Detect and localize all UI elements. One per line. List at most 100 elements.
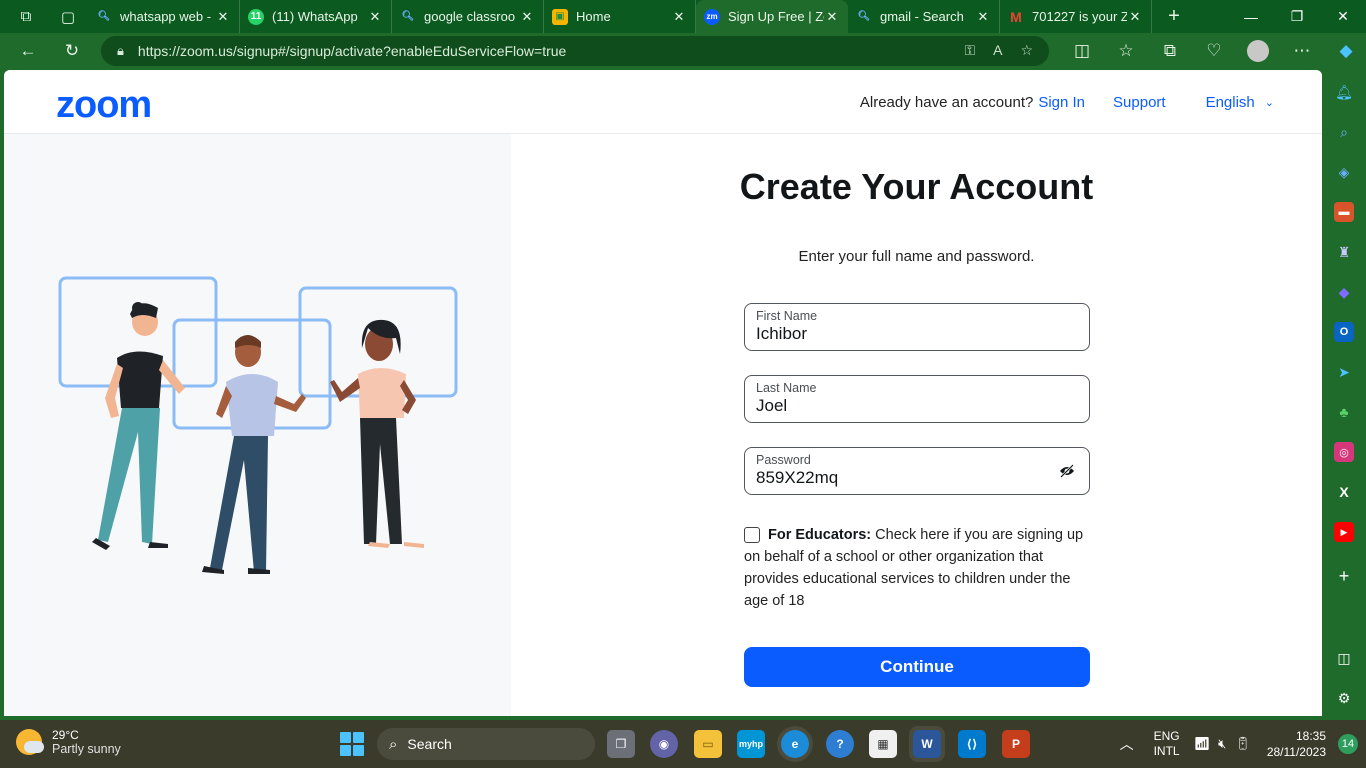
show-hidden-icons[interactable]: ︿ <box>1120 734 1134 754</box>
sidebar-layout-icon[interactable]: ◫ <box>1334 648 1354 668</box>
microsoft-365-icon[interactable]: ◆ <box>1334 282 1354 302</box>
settings-gear-icon[interactable]: ⚙ <box>1334 688 1354 708</box>
zoom-logo[interactable]: zoom <box>56 84 152 127</box>
hp-app-icon[interactable]: myhp <box>737 730 765 758</box>
gmail-icon: M <box>1010 8 1022 25</box>
games-icon[interactable]: ♜ <box>1334 242 1354 262</box>
tab-classroom-home[interactable]: ▣ Home ✕ <box>544 0 696 33</box>
password-label: Password <box>756 453 811 467</box>
tab-label: 701227 is your Z <box>1032 9 1127 24</box>
chevron-down-icon: ⌄ <box>1264 97 1274 109</box>
new-tab-icon[interactable]: + <box>1162 5 1186 29</box>
continue-button[interactable]: Continue <box>744 647 1090 687</box>
weather-description: Partly sunny <box>52 742 121 756</box>
system-tray: ︿ ENG INTL 📶︎ 🔇︎ 🔋︎ 18:35 28/11/2023 14 <box>1120 720 1366 768</box>
password-field[interactable]: Password <box>744 447 1090 495</box>
close-icon[interactable]: ✕ <box>975 9 991 25</box>
start-button[interactable] <box>340 732 364 756</box>
tab-gmail-code[interactable]: M 701227 is your Z ✕ <box>1000 0 1152 33</box>
teams-chat-icon[interactable]: ◉ <box>650 730 678 758</box>
tab-gmail-search[interactable]: 🔍︎ gmail - Search ✕ <box>848 0 1000 33</box>
first-name-field[interactable]: First Name <box>744 303 1090 351</box>
sign-in-link[interactable]: Sign In <box>1038 94 1085 111</box>
support-link[interactable]: Support <box>1113 94 1166 111</box>
educators-bold-label: For Educators: <box>768 527 872 543</box>
battery-icon[interactable]: 🔋︎ <box>1234 736 1251 752</box>
clock[interactable]: 18:35 28/11/2023 <box>1267 728 1326 760</box>
restore-icon[interactable]: ❐ <box>1274 0 1320 33</box>
classroom-icon: ▣ <box>552 8 568 25</box>
add-sidebar-app-icon[interactable]: + <box>1334 566 1354 586</box>
tab-whatsapp[interactable]: 11 (11) WhatsApp ✕ <box>240 0 392 33</box>
close-icon[interactable]: ✕ <box>519 9 535 25</box>
first-name-input[interactable] <box>756 324 1056 344</box>
page-viewport: zoom Already have an account? Sign In Su… <box>4 70 1322 716</box>
refresh-icon[interactable]: ↻ <box>54 36 90 66</box>
vscode-icon[interactable]: ⟨⟩ <box>958 730 986 758</box>
input-language[interactable]: ENG INTL <box>1154 729 1180 759</box>
weather-widget[interactable]: 29°C Partly sunny <box>16 728 121 756</box>
more-options-icon[interactable]: ⋯ <box>1284 36 1320 66</box>
last-name-label: Last Name <box>756 381 817 395</box>
get-help-icon[interactable]: ? <box>826 730 854 758</box>
powerpoint-icon[interactable]: P <box>1002 730 1030 758</box>
tab-zoom-signup[interactable]: zm Sign Up Free | Zo ✕ <box>696 0 848 33</box>
tab-actions-icon[interactable]: ▢ <box>56 5 80 29</box>
collections-icon[interactable]: ⧉ <box>1152 36 1188 66</box>
favorites-icon[interactable]: ☆ <box>1108 36 1144 66</box>
partly-sunny-icon <box>16 729 44 755</box>
split-screen-icon[interactable]: ◫ <box>1064 36 1100 66</box>
language-code: ENG <box>1153 729 1180 743</box>
copilot-icon[interactable]: ◆ <box>1328 36 1364 66</box>
task-view-icon[interactable]: ❐ <box>607 730 635 758</box>
close-icon[interactable]: ✕ <box>1127 9 1143 25</box>
edge-browser-icon[interactable]: e <box>781 730 809 758</box>
volume-muted-icon[interactable]: 🔇︎ <box>1218 736 1226 752</box>
close-icon[interactable]: ✕ <box>824 9 840 25</box>
favorite-star-icon[interactable]: ☆ <box>1020 42 1033 59</box>
tab-label: (11) WhatsApp <box>272 9 358 24</box>
tab-whatsapp-web-search[interactable]: 🔍︎ whatsapp web - ✕ <box>88 0 240 33</box>
clock-time: 18:35 <box>1295 729 1326 743</box>
minimize-icon[interactable]: — <box>1228 0 1274 33</box>
microsoft-store-icon[interactable]: ▦ <box>869 730 897 758</box>
educators-checkbox[interactable] <box>744 527 760 543</box>
search-icon[interactable]: ⌕ <box>1334 122 1354 142</box>
tools-briefcase-icon[interactable]: ▬ <box>1334 202 1354 222</box>
language-selector[interactable]: English ⌄ <box>1206 94 1274 111</box>
tree-icon[interactable]: ♣ <box>1334 402 1354 422</box>
search-icon: 🔍︎ <box>857 11 871 22</box>
shopping-tag-icon[interactable]: ◈ <box>1334 162 1354 182</box>
browser-toolbar: ← ↻ 🔒︎ https://zoom.us/signup#/signup/ac… <box>0 33 1366 70</box>
youtube-icon[interactable]: ▶ <box>1334 522 1354 542</box>
word-icon[interactable]: W <box>913 730 941 758</box>
send-icon[interactable]: ➤ <box>1334 362 1354 382</box>
password-input[interactable] <box>756 468 1056 488</box>
back-icon[interactable]: ← <box>10 36 46 66</box>
address-bar[interactable]: 🔒︎ https://zoom.us/signup#/signup/activa… <box>101 36 1049 66</box>
workspaces-icon[interactable]: ⧉ <box>14 5 38 29</box>
signup-form-panel: Create Your Account Enter your full name… <box>511 134 1322 716</box>
eye-slash-icon[interactable] <box>1059 463 1075 479</box>
browser-essentials-icon[interactable]: ♡ <box>1196 36 1232 66</box>
tab-label: gmail - Search <box>880 9 964 24</box>
last-name-input[interactable] <box>756 396 1056 416</box>
file-explorer-icon[interactable]: ▭ <box>694 730 722 758</box>
wifi-icon[interactable]: 📶︎ <box>1194 736 1211 752</box>
lock-icon[interactable]: 🔒︎ <box>117 43 124 59</box>
notification-badge[interactable]: 14 <box>1338 734 1358 754</box>
taskbar-search[interactable]: ⌕ Search <box>377 728 595 760</box>
notifications-bell-icon[interactable]: 🔔︎ <box>1334 82 1354 102</box>
close-icon[interactable]: ✕ <box>671 9 687 25</box>
close-icon[interactable]: ✕ <box>215 9 231 25</box>
instagram-icon[interactable]: ◎ <box>1334 442 1354 462</box>
x-twitter-icon[interactable]: X <box>1334 482 1354 502</box>
key-icon[interactable]: ⚿ <box>964 42 975 59</box>
read-aloud-icon[interactable]: A <box>993 42 1002 59</box>
outlook-icon[interactable]: O <box>1334 322 1354 342</box>
tab-google-classroom-search[interactable]: 🔍︎ google classroo ✕ <box>392 0 544 33</box>
close-window-icon[interactable]: ✕ <box>1320 0 1366 33</box>
close-icon[interactable]: ✕ <box>367 9 383 25</box>
last-name-field[interactable]: Last Name <box>744 375 1090 423</box>
profile-avatar-icon[interactable] <box>1240 36 1276 66</box>
